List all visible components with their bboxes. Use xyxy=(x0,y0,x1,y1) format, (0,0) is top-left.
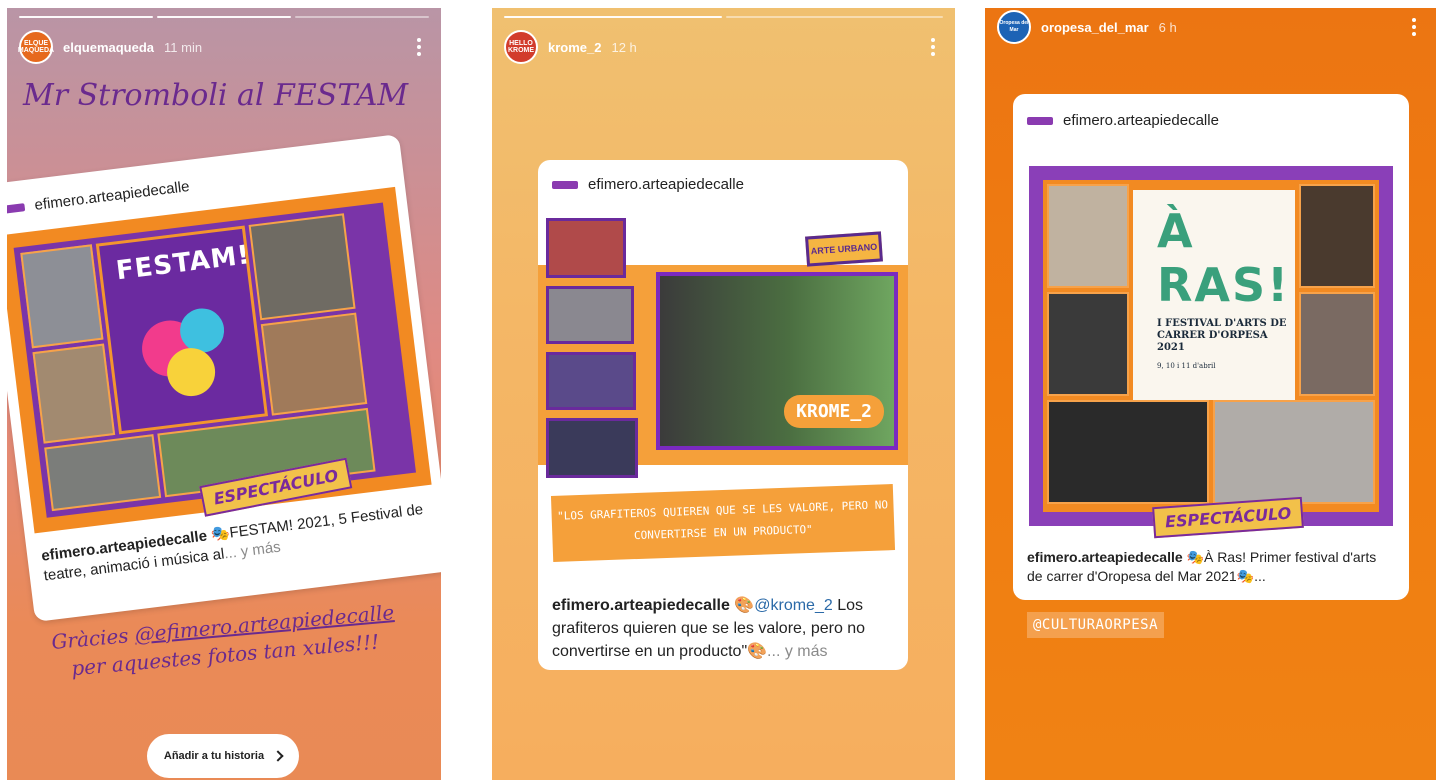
post-image: ARTE URBANO KROME_2 "LOS GRAFITEROS QUIE… xyxy=(538,210,908,562)
poster-title: À RAS! xyxy=(1157,204,1291,312)
mention-sticker[interactable]: @CULTURAORPESA xyxy=(1027,612,1165,638)
post-username[interactable]: efimero.arteapiedecalle xyxy=(588,176,744,193)
photo-tile xyxy=(1047,292,1129,396)
photo-tile xyxy=(1047,184,1129,288)
story-username[interactable]: krome_2 xyxy=(548,40,601,55)
photo-tile xyxy=(260,312,368,416)
chevron-right-icon xyxy=(272,750,284,762)
avatar[interactable]: HELLO KROME xyxy=(504,30,538,64)
caption-emoji: 🎨 xyxy=(729,597,755,614)
progress-segment xyxy=(504,16,722,18)
caption-more-link[interactable]: ... y más xyxy=(767,643,827,660)
shared-post-card[interactable]: efimero.arteapiedecalle FESTAM! ESPECTÁC… xyxy=(7,134,441,622)
story-header: ELQUE MAQUEDA elquemaqueda 11 min xyxy=(18,30,429,64)
progress-segment xyxy=(295,16,429,18)
post-image: FESTAM! ESPECTÁCULO xyxy=(7,186,432,534)
post-username[interactable]: efimero.arteapiedecalle xyxy=(1063,112,1219,129)
poster-title: FESTAM! xyxy=(114,240,252,287)
graffiti-thumb xyxy=(546,352,636,410)
avatar[interactable]: Oropesa del Mar xyxy=(997,10,1031,44)
quote-banner: "LOS GRAFITEROS QUIEREN QUE SE LES VALOR… xyxy=(550,484,896,562)
post-image: À RAS! I FESTIVAL D'ARTS DE CARRER D'ORP… xyxy=(1013,146,1409,542)
graffiti-thumb xyxy=(546,286,634,344)
caption-username[interactable]: efimero.arteapiedecalle xyxy=(552,597,730,614)
post-header: efimero.arteapiedecalle xyxy=(552,176,744,193)
post-caption[interactable]: efimero.arteapiedecalle 🎨@krome_2 Los gr… xyxy=(552,594,894,663)
shared-post-card[interactable]: efimero.arteapiedecalle À RAS! I FESTIVA… xyxy=(1013,94,1409,600)
artist-name-label: KROME_2 xyxy=(784,395,884,428)
progress-segment xyxy=(725,16,943,18)
graffiti-thumb xyxy=(546,418,638,478)
festam-poster: FESTAM! xyxy=(95,225,269,435)
more-options-icon[interactable] xyxy=(409,37,429,57)
post-header: efimero.arteapiedecalle xyxy=(1027,112,1219,129)
photo-tile xyxy=(44,434,162,512)
story-header: HELLO KROME krome_2 12 h xyxy=(504,30,943,64)
caption-bottom-prefix: Gràcies xyxy=(50,622,136,654)
story-username[interactable]: oropesa_del_mar xyxy=(1041,20,1149,35)
post-caption[interactable]: efimero.arteapiedecalle 🎭À Ras! Primer f… xyxy=(1027,548,1395,586)
artist-photo: KROME_2 xyxy=(656,272,898,450)
progress-segment xyxy=(157,16,291,18)
more-options-icon[interactable] xyxy=(923,37,943,57)
photo-tile xyxy=(1299,184,1375,288)
photo-tile xyxy=(248,213,356,321)
arte-urbano-tag: ARTE URBANO xyxy=(805,231,883,267)
caption-more-link[interactable]: ... y más xyxy=(223,539,281,563)
more-options-icon[interactable] xyxy=(1404,17,1424,37)
caption-username[interactable]: efimero.arteapiedecalle xyxy=(1027,549,1183,565)
story-username[interactable]: elquemaqueda xyxy=(63,40,154,55)
story-elquemaqueda[interactable]: ELQUE MAQUEDA elquemaqueda 11 min Mr Str… xyxy=(7,8,441,780)
add-to-story-label: Añadir a tu historia xyxy=(163,750,265,762)
story-time: 12 h xyxy=(611,39,637,55)
photo-tile xyxy=(1213,400,1375,504)
progress-segment xyxy=(19,16,153,18)
post-avatar xyxy=(552,180,578,189)
photo-tile xyxy=(32,343,116,444)
mention-link[interactable]: @krome_2 xyxy=(754,597,833,614)
story-header: Oropesa del Mar oropesa_del_mar 6 h xyxy=(997,10,1424,44)
story-progress xyxy=(504,16,943,18)
post-header: efimero.arteapiedecalle xyxy=(7,178,190,218)
post-avatar xyxy=(7,202,26,214)
post-avatar xyxy=(1027,116,1053,125)
post-username[interactable]: efimero.arteapiedecalle xyxy=(34,178,191,214)
shared-post-card[interactable]: efimero.arteapiedecalle ARTE URBANO KROM… xyxy=(538,160,908,670)
story-progress xyxy=(19,16,429,18)
add-to-story-button[interactable]: Añadir a tu historia xyxy=(147,734,299,778)
a-ras-poster: À RAS! I FESTIVAL D'ARTS DE CARRER D'ORP… xyxy=(1133,190,1295,400)
photo-tile xyxy=(1299,292,1375,396)
story-time: 6 h xyxy=(1158,19,1177,35)
photo-tile xyxy=(1047,400,1209,504)
poster-dates: 9, 10 i 11 d'abril xyxy=(1157,362,1216,370)
story-krome-2[interactable]: HELLO KROME krome_2 12 h efimero.arteapi… xyxy=(492,8,955,780)
graffiti-thumb xyxy=(546,218,626,278)
photo-tile xyxy=(20,244,104,349)
avatar[interactable]: ELQUE MAQUEDA xyxy=(18,30,54,64)
story-caption-top: Mr Stromboli al FESTAM xyxy=(23,78,409,113)
story-oropesa-del-mar[interactable]: Oropesa del Mar oropesa_del_mar 6 h efim… xyxy=(985,8,1436,780)
story-time: 11 min xyxy=(164,39,203,55)
poster-subtitle: I FESTIVAL D'ARTS DE CARRER D'ORPESA 202… xyxy=(1157,318,1287,353)
